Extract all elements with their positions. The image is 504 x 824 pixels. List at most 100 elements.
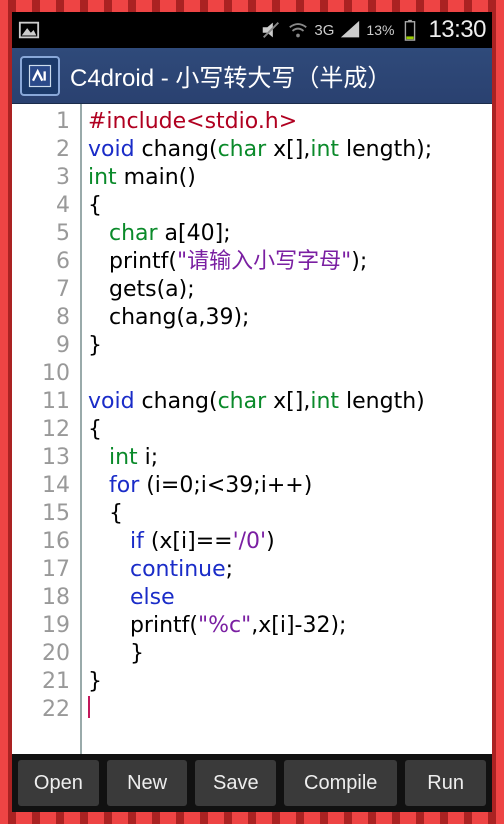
- code-line[interactable]: {: [88, 500, 492, 528]
- code-line[interactable]: int i;: [88, 444, 492, 472]
- battery-icon: [399, 19, 421, 41]
- code-line[interactable]: [88, 360, 492, 388]
- line-number: 3: [12, 164, 70, 192]
- line-number: 14: [12, 472, 70, 500]
- new-button[interactable]: New: [107, 760, 188, 806]
- code-area[interactable]: #include<stdio.h>void chang(char x[],int…: [82, 104, 492, 754]
- line-number: 21: [12, 668, 70, 696]
- device-frame: 3G 13% 13:30 C4droid - 小写转大写（半成） 1234567…: [0, 0, 504, 824]
- line-number: 22: [12, 696, 70, 724]
- signal-icon: [339, 19, 361, 41]
- line-number: 17: [12, 556, 70, 584]
- save-button[interactable]: Save: [195, 760, 276, 806]
- code-line[interactable]: printf("%c",x[i]-32);: [88, 612, 492, 640]
- open-button[interactable]: Open: [18, 760, 99, 806]
- code-line[interactable]: {: [88, 416, 492, 444]
- code-token: int: [310, 137, 339, 162]
- code-token: chang(: [135, 389, 218, 414]
- code-token: else: [130, 585, 175, 610]
- code-token: void: [88, 389, 135, 414]
- line-number: 4: [12, 192, 70, 220]
- line-number: 1: [12, 108, 70, 136]
- line-gutter: 12345678910111213141516171819202122: [12, 104, 82, 754]
- mute-icon: [260, 19, 282, 41]
- code-token: main(): [117, 165, 196, 190]
- code-token: "%c": [198, 613, 251, 638]
- code-token: ): [266, 529, 275, 554]
- line-number: 15: [12, 500, 70, 528]
- code-token: );: [351, 249, 367, 274]
- line-number: 16: [12, 528, 70, 556]
- code-token: char: [109, 221, 158, 246]
- code-line[interactable]: continue;: [88, 556, 492, 584]
- line-number: 5: [12, 220, 70, 248]
- code-line[interactable]: #include<stdio.h>: [88, 108, 492, 136]
- code-token: if: [130, 529, 144, 554]
- code-line[interactable]: if (x[i]=='/0'): [88, 528, 492, 556]
- code-token: gets(a);: [88, 277, 195, 302]
- wifi-icon: [287, 19, 309, 41]
- code-line[interactable]: int main(): [88, 164, 492, 192]
- code-line[interactable]: for (i=0;i<39;i++): [88, 472, 492, 500]
- code-token: int: [109, 445, 138, 470]
- code-token: printf(: [88, 249, 177, 274]
- code-token: printf(: [88, 613, 198, 638]
- code-token: "请输入小写字母": [177, 249, 351, 274]
- code-token: (x[i]==: [144, 529, 233, 554]
- code-token: int: [88, 165, 117, 190]
- line-number: 18: [12, 584, 70, 612]
- code-token: ,x[i]-32);: [251, 613, 346, 638]
- clock: 13:30: [428, 16, 486, 44]
- app-icon[interactable]: [20, 56, 60, 96]
- code-token: i;: [138, 445, 159, 470]
- code-line[interactable]: else: [88, 584, 492, 612]
- status-bar: 3G 13% 13:30: [12, 12, 492, 48]
- code-line[interactable]: void chang(char x[],int length): [88, 388, 492, 416]
- code-token: [88, 557, 130, 582]
- line-number: 10: [12, 360, 70, 388]
- code-line[interactable]: chang(a,39);: [88, 304, 492, 332]
- code-token: for: [109, 473, 139, 498]
- code-line[interactable]: }: [88, 640, 492, 668]
- code-token: {: [88, 193, 102, 218]
- code-editor[interactable]: 12345678910111213141516171819202122 #inc…: [12, 104, 492, 754]
- code-token: {: [88, 417, 102, 442]
- code-token: [88, 221, 109, 246]
- line-number: 2: [12, 136, 70, 164]
- code-token: length): [339, 389, 425, 414]
- code-line[interactable]: }: [88, 332, 492, 360]
- code-token: [88, 585, 130, 610]
- code-token: ;: [226, 557, 233, 582]
- code-line[interactable]: {: [88, 192, 492, 220]
- code-line[interactable]: void chang(char x[],int length);: [88, 136, 492, 164]
- line-number: 6: [12, 248, 70, 276]
- line-number: 8: [12, 304, 70, 332]
- app-title: C4droid - 小写转大写（半成）: [70, 58, 391, 93]
- title-bar: C4droid - 小写转大写（半成）: [12, 48, 492, 104]
- screen: 3G 13% 13:30 C4droid - 小写转大写（半成） 1234567…: [12, 12, 492, 812]
- code-token: chang(a,39);: [88, 305, 249, 330]
- code-line[interactable]: [88, 696, 492, 724]
- code-token: '/0': [233, 529, 267, 554]
- code-token: #include<stdio.h>: [88, 109, 297, 134]
- line-number: 12: [12, 416, 70, 444]
- code-token: {: [88, 501, 123, 526]
- code-line[interactable]: gets(a);: [88, 276, 492, 304]
- code-line[interactable]: printf("请输入小写字母");: [88, 248, 492, 276]
- gallery-icon: [18, 19, 40, 41]
- code-token: [88, 445, 109, 470]
- code-token: char: [218, 389, 267, 414]
- code-token: [88, 473, 109, 498]
- line-number: 9: [12, 332, 70, 360]
- code-token: a[40];: [158, 221, 231, 246]
- compile-button[interactable]: Compile: [284, 760, 397, 806]
- code-line[interactable]: char a[40];: [88, 220, 492, 248]
- code-token: char: [218, 137, 267, 162]
- code-line[interactable]: }: [88, 668, 492, 696]
- code-token: }: [88, 641, 144, 666]
- code-token: x[],: [266, 137, 310, 162]
- run-button[interactable]: Run: [405, 760, 486, 806]
- code-token: [88, 529, 130, 554]
- line-number: 20: [12, 640, 70, 668]
- code-token: (i=0;i<39;i++): [139, 473, 312, 498]
